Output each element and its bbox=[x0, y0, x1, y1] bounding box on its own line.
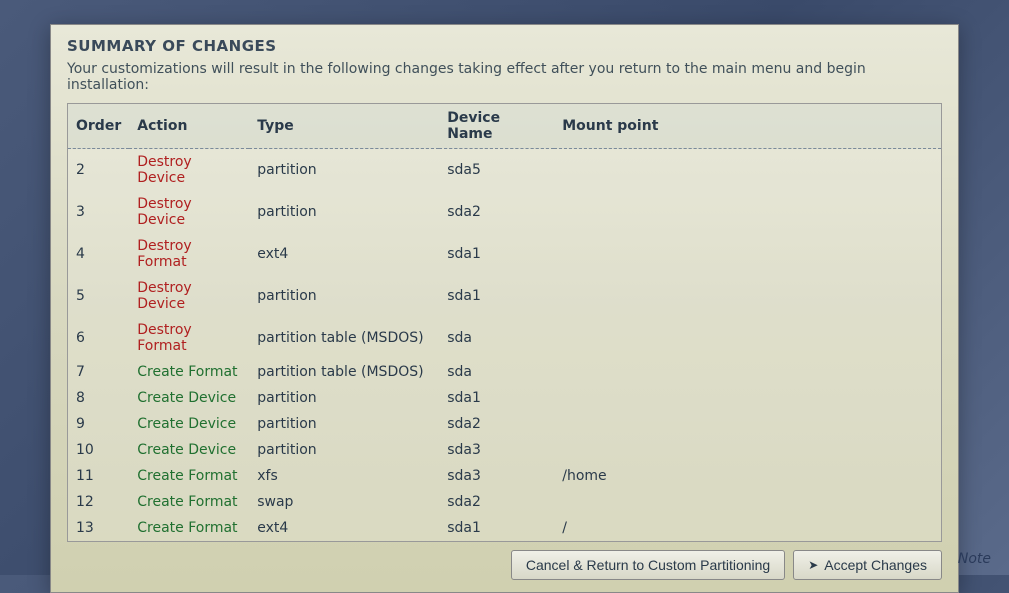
cell-action: Create Format bbox=[129, 463, 249, 489]
table-row[interactable]: 8Create Devicepartitionsda1 bbox=[68, 385, 941, 411]
cell-action: Destroy Device bbox=[129, 149, 249, 192]
cell-type: partition bbox=[249, 437, 439, 463]
summary-of-changes-dialog: SUMMARY OF CHANGES Your customizations w… bbox=[50, 24, 959, 593]
header-device[interactable]: Device Name bbox=[439, 104, 554, 149]
cell-type: partition bbox=[249, 385, 439, 411]
cell-mount bbox=[554, 385, 941, 411]
cell-device: sda2 bbox=[439, 489, 554, 515]
cell-device: sda3 bbox=[439, 437, 554, 463]
cell-type: partition bbox=[249, 275, 439, 317]
cell-order: 7 bbox=[68, 359, 129, 385]
cell-mount: / bbox=[554, 515, 941, 541]
table-row[interactable]: 9Create Devicepartitionsda2 bbox=[68, 411, 941, 437]
cell-mount bbox=[554, 191, 941, 233]
cell-device: sda bbox=[439, 317, 554, 359]
cell-type: swap bbox=[249, 489, 439, 515]
dialog-button-row: Cancel & Return to Custom Partitioning ➤… bbox=[67, 550, 942, 580]
table-row[interactable]: 13Create Formatext4sda1/ bbox=[68, 515, 941, 541]
cell-device: sda bbox=[439, 359, 554, 385]
cell-type: partition table (MSDOS) bbox=[249, 317, 439, 359]
cell-order: 12 bbox=[68, 489, 129, 515]
table-row[interactable]: 7Create Formatpartition table (MSDOS)sda bbox=[68, 359, 941, 385]
table-row[interactable]: 6Destroy Formatpartition table (MSDOS)sd… bbox=[68, 317, 941, 359]
cell-order: 5 bbox=[68, 275, 129, 317]
cell-mount bbox=[554, 437, 941, 463]
cell-type: ext4 bbox=[249, 233, 439, 275]
note-label: Note bbox=[958, 551, 991, 567]
cell-mount bbox=[554, 411, 941, 437]
cell-action: Create Device bbox=[129, 385, 249, 411]
cell-type: partition bbox=[249, 411, 439, 437]
cell-device: sda5 bbox=[439, 149, 554, 192]
changes-table-container: Order Action Type Device Name Mount poin… bbox=[67, 103, 942, 542]
table-row[interactable]: 4Destroy Formatext4sda1 bbox=[68, 233, 941, 275]
cell-device: sda1 bbox=[439, 233, 554, 275]
table-row[interactable]: 12Create Formatswapsda2 bbox=[68, 489, 941, 515]
cell-mount bbox=[554, 149, 941, 192]
cell-type: partition bbox=[249, 191, 439, 233]
cell-order: 11 bbox=[68, 463, 129, 489]
table-row[interactable]: 10Create Devicepartitionsda3 bbox=[68, 437, 941, 463]
accept-button[interactable]: ➤ Accept Changes bbox=[793, 550, 942, 580]
cell-mount bbox=[554, 359, 941, 385]
cell-mount bbox=[554, 317, 941, 359]
cell-mount: /home bbox=[554, 463, 941, 489]
cell-device: sda1 bbox=[439, 385, 554, 411]
cell-device: sda2 bbox=[439, 191, 554, 233]
cell-mount bbox=[554, 233, 941, 275]
cancel-button-label: Cancel & Return to Custom Partitioning bbox=[526, 557, 770, 573]
header-mount[interactable]: Mount point bbox=[554, 104, 941, 149]
cell-order: 2 bbox=[68, 149, 129, 192]
cell-action: Create Format bbox=[129, 359, 249, 385]
cell-device: sda1 bbox=[439, 275, 554, 317]
cell-device: sda1 bbox=[439, 515, 554, 541]
dialog-subtitle: Your customizations will result in the f… bbox=[67, 61, 942, 93]
cell-action: Destroy Device bbox=[129, 275, 249, 317]
table-row[interactable]: 3Destroy Devicepartitionsda2 bbox=[68, 191, 941, 233]
cell-action: Create Device bbox=[129, 411, 249, 437]
cell-action: Destroy Format bbox=[129, 317, 249, 359]
header-type[interactable]: Type bbox=[249, 104, 439, 149]
cell-order: 10 bbox=[68, 437, 129, 463]
cell-action: Create Device bbox=[129, 437, 249, 463]
changes-table: Order Action Type Device Name Mount poin… bbox=[68, 104, 941, 541]
cell-device: sda3 bbox=[439, 463, 554, 489]
table-row[interactable]: 2Destroy Devicepartitionsda5 bbox=[68, 149, 941, 192]
cell-order: 13 bbox=[68, 515, 129, 541]
cell-order: 4 bbox=[68, 233, 129, 275]
cell-type: ext4 bbox=[249, 515, 439, 541]
cell-mount bbox=[554, 489, 941, 515]
table-header-row: Order Action Type Device Name Mount poin… bbox=[68, 104, 941, 149]
cell-order: 9 bbox=[68, 411, 129, 437]
cell-order: 8 bbox=[68, 385, 129, 411]
cell-action: Create Format bbox=[129, 515, 249, 541]
table-row[interactable]: 5Destroy Devicepartitionsda1 bbox=[68, 275, 941, 317]
cursor-icon: ➤ bbox=[808, 558, 818, 572]
cell-order: 3 bbox=[68, 191, 129, 233]
cell-action: Destroy Device bbox=[129, 191, 249, 233]
cell-type: xfs bbox=[249, 463, 439, 489]
cell-order: 6 bbox=[68, 317, 129, 359]
cell-device: sda2 bbox=[439, 411, 554, 437]
dialog-title: SUMMARY OF CHANGES bbox=[67, 37, 942, 55]
table-row[interactable]: 11Create Formatxfssda3/home bbox=[68, 463, 941, 489]
cell-action: Create Format bbox=[129, 489, 249, 515]
cancel-button[interactable]: Cancel & Return to Custom Partitioning bbox=[511, 550, 785, 580]
accept-button-label: Accept Changes bbox=[824, 557, 927, 573]
cell-mount bbox=[554, 275, 941, 317]
cell-action: Destroy Format bbox=[129, 233, 249, 275]
cell-type: partition table (MSDOS) bbox=[249, 359, 439, 385]
header-action[interactable]: Action bbox=[129, 104, 249, 149]
cell-type: partition bbox=[249, 149, 439, 192]
header-order[interactable]: Order bbox=[68, 104, 129, 149]
